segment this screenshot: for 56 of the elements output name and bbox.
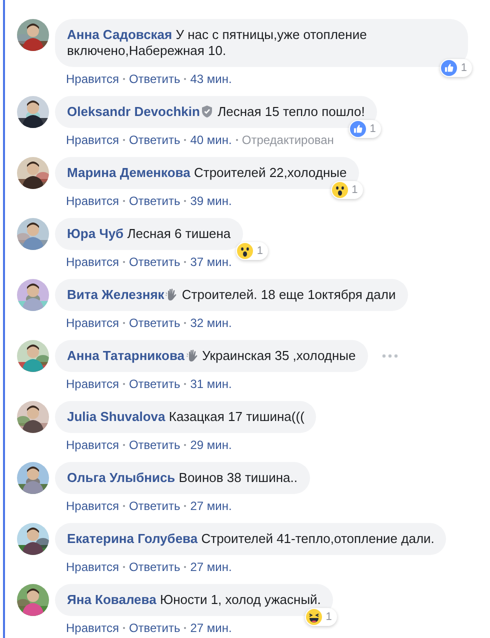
timestamp-link[interactable]: 37 мин. xyxy=(190,254,232,270)
reply-link[interactable]: Ответить xyxy=(128,620,180,636)
reply-link[interactable]: Ответить xyxy=(128,376,180,392)
reply-link[interactable]: Ответить xyxy=(128,132,180,148)
timestamp-link[interactable]: 43 мин. xyxy=(190,71,232,87)
timestamp-link[interactable]: 29 мин. xyxy=(190,437,232,453)
wow-emoji-icon xyxy=(236,243,253,259)
timestamp-link[interactable]: 39 мин. xyxy=(190,193,232,209)
author-name[interactable]: Oleksandr Devochkin xyxy=(67,104,200,119)
author-name[interactable]: Анна Садовская xyxy=(67,27,172,42)
author-name[interactable]: Вита Железняк xyxy=(67,287,164,302)
comment-text: Вита Железняк Строителей. 18 еще 1октября дали xyxy=(67,287,396,302)
author-name[interactable]: Ольга Улыбнись xyxy=(67,470,176,485)
like-link[interactable]: Нравится xyxy=(66,315,119,331)
more-options-icon[interactable] xyxy=(382,354,398,358)
comment-text: Ольга Улыбнись Воинов 38 тишина.. xyxy=(67,470,298,485)
reply-link[interactable]: Ответить xyxy=(128,437,180,453)
laughing-emoji-icon xyxy=(306,609,322,625)
comment-text: Яна Ковалева Юности 1, холод ужасный. xyxy=(67,592,321,607)
timestamp-link[interactable]: 27 мин. xyxy=(190,498,232,514)
reply-link[interactable]: Ответить xyxy=(128,254,180,270)
like-link[interactable]: Нравится xyxy=(66,437,119,453)
timestamp-link[interactable]: 32 мин. xyxy=(190,315,232,331)
reply-link[interactable]: Ответить xyxy=(128,315,180,331)
like-link[interactable]: Нравится xyxy=(66,620,119,636)
like-link[interactable]: Нравится xyxy=(66,559,119,575)
like-link[interactable]: Нравится xyxy=(66,193,119,209)
like-icon xyxy=(440,60,457,76)
reply-link[interactable]: Ответить xyxy=(128,71,180,87)
timestamp-link[interactable]: 40 мин. xyxy=(190,132,232,148)
author-name[interactable]: Julia Shuvalova xyxy=(67,409,166,424)
like-link[interactable]: Нравится xyxy=(66,498,119,514)
like-icon xyxy=(350,121,366,137)
author-name[interactable]: Яна Ковалева xyxy=(67,592,156,607)
reply-link[interactable]: Ответить xyxy=(128,498,180,514)
comment-text: Юра Чуб Лесная 6 тишена xyxy=(67,226,231,241)
author-name[interactable]: Анна Татарникова xyxy=(67,348,184,363)
timestamp-link[interactable]: 27 мин. xyxy=(190,620,232,636)
reply-link[interactable]: Ответить xyxy=(128,193,180,209)
like-link[interactable]: Нравится xyxy=(66,254,119,270)
comment-text: Марина Деменкова Строителей 22,холодные xyxy=(67,165,347,180)
like-link[interactable]: Нравится xyxy=(66,71,119,87)
like-link[interactable]: Нравится xyxy=(66,376,119,392)
author-name[interactable]: Юра Чуб xyxy=(67,226,124,241)
author-name[interactable]: Марина Деменкова xyxy=(67,165,190,180)
comment-text: Анна Татарникова Украинская 35 ,холодные xyxy=(67,348,356,363)
comment-text: Julia Shuvalova Казацкая 17 тишина((( xyxy=(67,409,304,424)
timestamp-link[interactable]: 27 мин. xyxy=(190,559,232,575)
timestamp-link[interactable]: 31 мин. xyxy=(190,376,232,392)
comment-text: Анна Садовская У нас с пятницы,уже отопление включено,Набережная 10. xyxy=(67,27,367,58)
comment-text: Oleksandr Devochkin Лесная 15 тепло пошло! xyxy=(67,104,365,119)
wow-emoji-icon xyxy=(332,182,348,198)
reply-link[interactable]: Ответить xyxy=(128,559,180,575)
comment-text: Екатерина Голубева Строителей 41-тепло,отопление дали. xyxy=(67,531,434,546)
author-name[interactable]: Екатерина Голубева xyxy=(67,531,198,546)
like-link[interactable]: Нравится xyxy=(66,132,119,148)
